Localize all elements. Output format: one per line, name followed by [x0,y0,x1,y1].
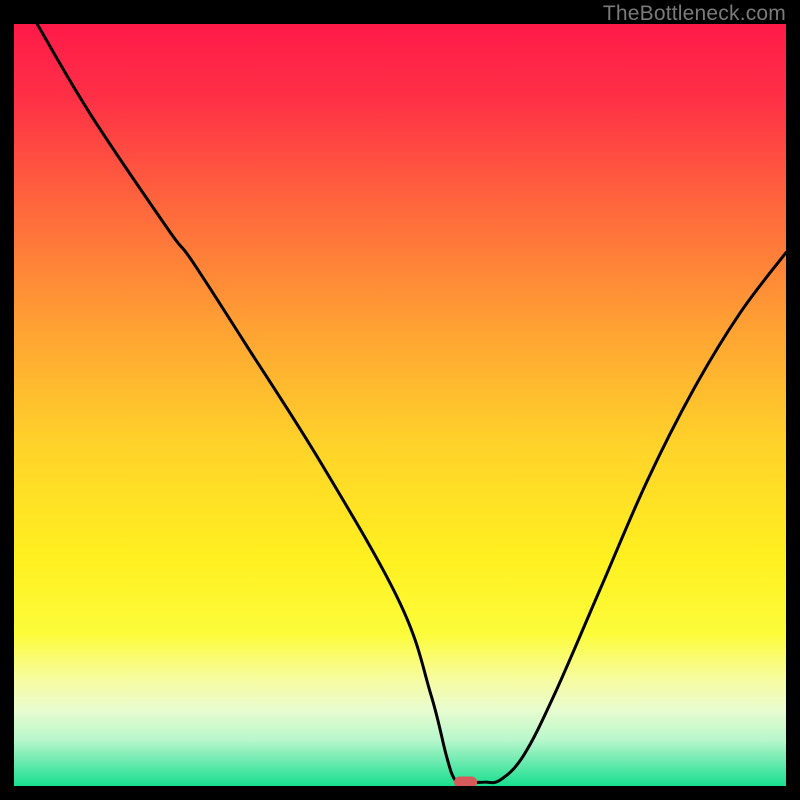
bottleneck-chart [14,24,786,786]
optimal-point-marker [454,776,477,786]
gradient-background [14,24,786,786]
chart-frame [14,24,786,786]
watermark-text: TheBottleneck.com [603,2,786,26]
